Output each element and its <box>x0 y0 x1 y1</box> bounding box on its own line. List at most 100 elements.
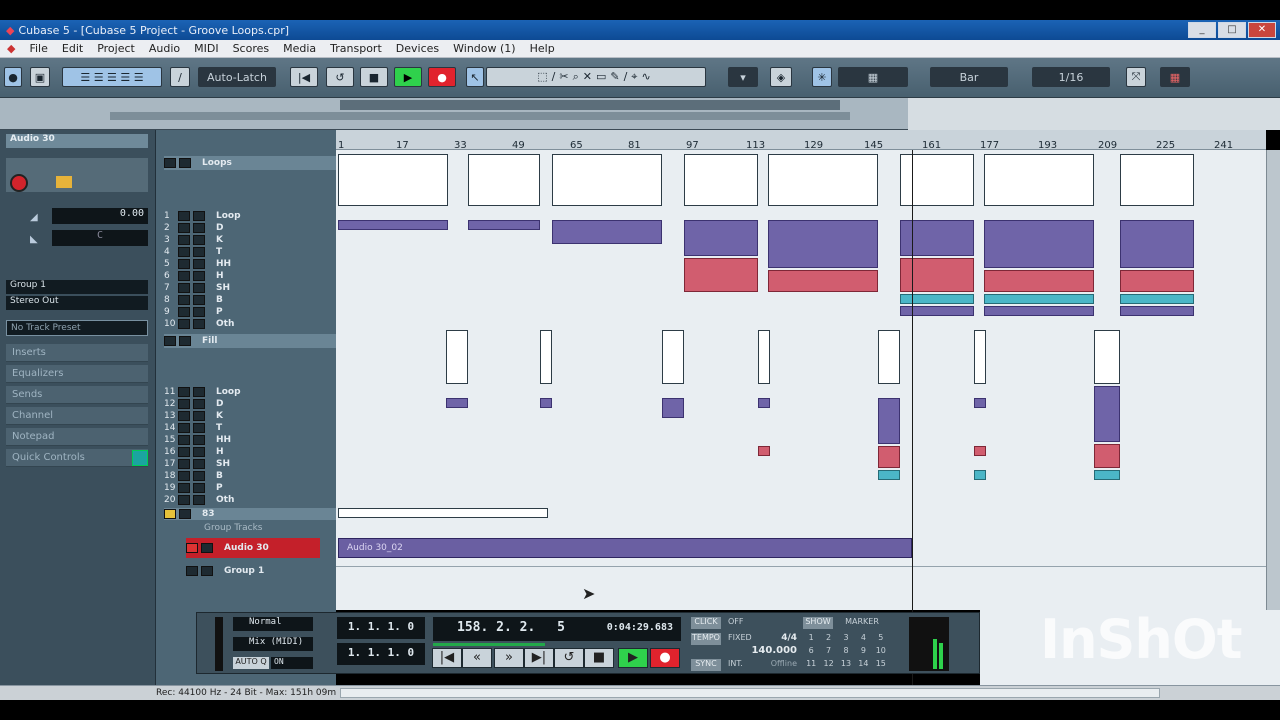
inspector-track-name[interactable]: Audio 30 <box>6 134 148 148</box>
transport-start-button[interactable]: |◀ <box>432 648 462 668</box>
edit-tools-group[interactable]: ⬚∕✂⌕✕▭✎∕⌖∿ <box>486 67 706 87</box>
midi-part[interactable] <box>974 398 986 408</box>
midi-part[interactable] <box>878 446 900 468</box>
loop-part[interactable] <box>1120 154 1194 206</box>
midi-part[interactable] <box>758 446 770 456</box>
track-preset-select[interactable]: No Track Preset <box>6 320 148 336</box>
loop-part[interactable] <box>984 154 1094 206</box>
fill-part[interactable] <box>662 330 684 384</box>
menu-help[interactable]: Help <box>523 42 562 55</box>
stop-button[interactable]: ■ <box>360 67 388 87</box>
quick-controls-icon[interactable] <box>132 450 148 466</box>
snap-icon[interactable]: ◈ <box>770 67 792 87</box>
quantize-icon[interactable]: ⤧ <box>1126 67 1146 87</box>
track-row[interactable]: 1 Loop <box>164 210 336 222</box>
inspector-toggle-icon[interactable]: ▣ <box>30 67 50 87</box>
track-row[interactable]: 2D <box>164 222 336 234</box>
midi-part[interactable] <box>1120 306 1194 316</box>
track-row[interactable]: 20 Oth <box>164 494 336 506</box>
view-options-group[interactable]: ☰ ☰ ☰ ☰ ☰ <box>62 67 162 87</box>
left-locator[interactable]: 1. 1. 1. 0 <box>337 617 425 639</box>
track-row[interactable]: 4T <box>164 246 336 258</box>
click-button[interactable]: CLICK <box>691 617 721 629</box>
fill-part[interactable] <box>878 330 900 384</box>
marker-button[interactable]: 9 <box>855 646 871 658</box>
pan-value[interactable]: C <box>52 230 148 246</box>
transport-rewind-button[interactable]: « <box>462 648 492 668</box>
record-enable-button[interactable] <box>10 174 28 192</box>
quick-controls-section[interactable]: Quick Controls <box>6 449 148 467</box>
marker-button[interactable]: 15 <box>873 659 889 671</box>
track-row[interactable]: 11 Loop <box>164 386 336 398</box>
horizontal-scrollbar[interactable] <box>340 688 1160 698</box>
audio-track-selected[interactable]: Audio 30 <box>186 538 320 558</box>
info-icon[interactable]: ● <box>4 67 22 87</box>
track-row[interactable]: 10 Oth <box>164 318 336 330</box>
track-row[interactable]: 15 HH <box>164 434 336 446</box>
midi-part[interactable] <box>758 398 770 408</box>
quantize-select[interactable]: 1/16 <box>1032 67 1110 87</box>
channel-section[interactable]: Channel <box>6 407 148 425</box>
maximize-button[interactable]: □ <box>1218 22 1246 38</box>
loop-part[interactable] <box>468 154 540 206</box>
go-to-start-button[interactable]: |◀ <box>290 67 318 87</box>
folder-group-tracks[interactable]: Group Tracks <box>164 522 336 534</box>
menu-devices[interactable]: Devices <box>389 42 446 55</box>
marker-button[interactable]: 11 <box>803 659 819 671</box>
close-button[interactable]: ✕ <box>1248 22 1276 38</box>
vertical-scrollbar[interactable] <box>1266 150 1280 610</box>
midi-part[interactable] <box>446 398 468 408</box>
transport-stop-button[interactable]: ■ <box>584 648 614 668</box>
arrange-window[interactable]: Audio 30_02 ➤ <box>336 150 1266 610</box>
track-row-83[interactable]: 83 <box>164 508 336 520</box>
midi-part[interactable] <box>1094 444 1120 468</box>
midi-part[interactable] <box>1120 294 1194 304</box>
cycle-button[interactable]: ↺ <box>326 67 354 87</box>
midi-part[interactable] <box>540 398 552 408</box>
midi-part[interactable] <box>984 294 1094 304</box>
grid-type-select[interactable]: ▦ <box>838 67 908 87</box>
midi-part[interactable] <box>878 398 900 444</box>
sync-button[interactable]: SYNC <box>691 659 721 671</box>
midi-part[interactable] <box>552 220 662 244</box>
midi-part[interactable] <box>768 220 878 268</box>
transport-record-button[interactable]: ● <box>650 648 680 668</box>
right-locator[interactable]: 1. 1. 1. 0 <box>337 643 425 665</box>
color-select[interactable]: ▾ <box>728 67 758 87</box>
record-mode[interactable]: Normal <box>233 617 313 631</box>
midi-part[interactable] <box>984 270 1094 292</box>
menu-project[interactable]: Project <box>90 42 142 55</box>
fill-part[interactable] <box>1094 330 1120 384</box>
loop-part[interactable] <box>684 154 758 206</box>
marker-button[interactable]: 13 <box>838 659 854 671</box>
menu-audio[interactable]: Audio <box>142 42 187 55</box>
track-row[interactable]: 12 D <box>164 398 336 410</box>
auto-quantize-button[interactable]: AUTO Q <box>233 657 269 669</box>
position-slider[interactable] <box>433 643 545 646</box>
transport-play-button[interactable]: ▶ <box>618 648 648 668</box>
midi-part[interactable] <box>878 470 900 480</box>
midi-part[interactable] <box>768 270 878 292</box>
project-cursor[interactable] <box>912 150 913 685</box>
midi-part[interactable] <box>974 446 986 456</box>
track-row[interactable]: 13 K <box>164 410 336 422</box>
fill-part[interactable] <box>758 330 770 384</box>
group-track[interactable]: Group 1 <box>186 564 320 578</box>
position-display[interactable]: 158. 2. 2. 5 0:04:29.683 <box>433 617 681 641</box>
tempo-value[interactable]: 140.000 <box>727 645 797 657</box>
colorize-icon[interactable]: ▦ <box>1160 67 1190 87</box>
cycle-record-mode[interactable]: Mix (MIDI) <box>233 637 313 651</box>
midi-part[interactable] <box>468 220 540 230</box>
output-routing[interactable]: Stereo Out <box>6 296 148 310</box>
tempo-button[interactable]: TEMPO <box>691 633 721 645</box>
marker-button[interactable]: 1 <box>803 633 819 645</box>
folder-track-fill[interactable]: Fill <box>164 334 336 348</box>
menu-file[interactable]: File <box>22 42 54 55</box>
marker-button[interactable]: 2 <box>820 633 836 645</box>
marker-button[interactable]: 10 <box>873 646 889 658</box>
snap-type-select[interactable]: Bar <box>930 67 1008 87</box>
input-routing[interactable]: Group 1 <box>6 280 148 294</box>
transport-forward-button[interactable]: » <box>494 648 524 668</box>
timeline-ruler[interactable]: 1 17 33 49 65 81 97 113 129 145 161 177 … <box>336 130 1266 151</box>
transport-cycle-button[interactable]: ↺ <box>554 648 584 668</box>
